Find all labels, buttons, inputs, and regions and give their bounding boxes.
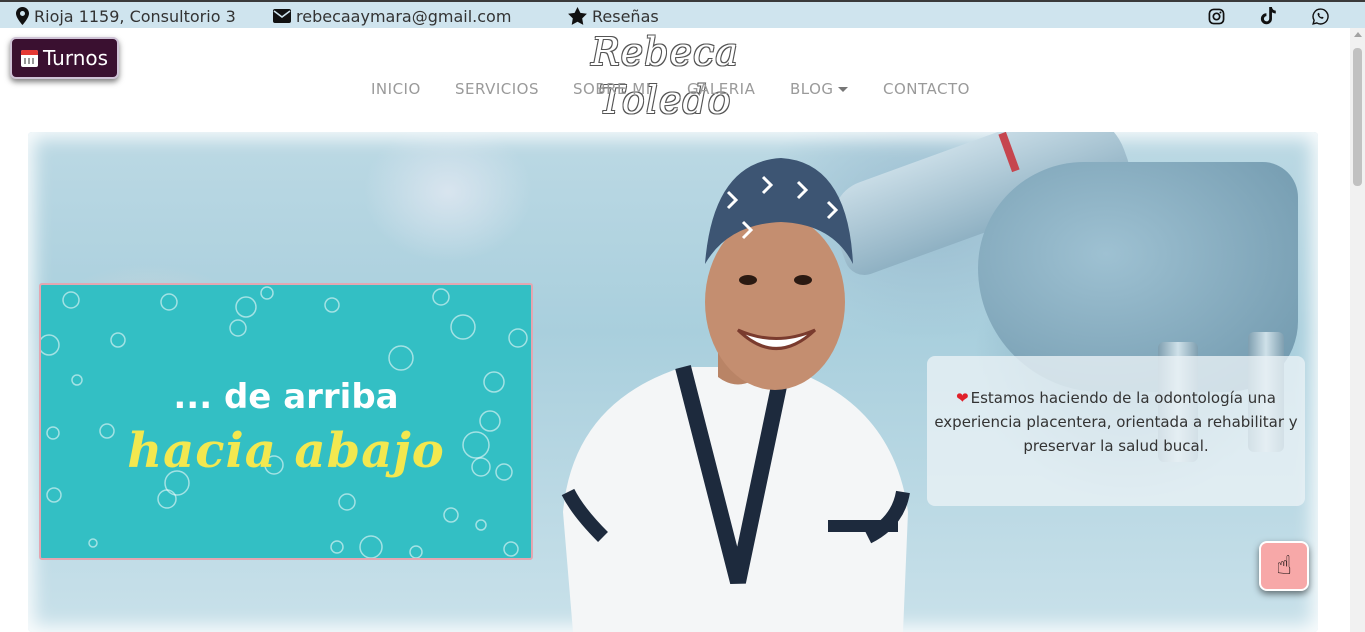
envelope-icon xyxy=(273,9,291,23)
pointing-hand-icon: ☝ xyxy=(1276,551,1292,581)
calendar-icon xyxy=(21,49,38,67)
dentist-photo xyxy=(561,158,910,632)
pointing-hand-button[interactable]: ☝ xyxy=(1259,541,1309,591)
address-link[interactable]: Rioja 1159, Consultorio 3 xyxy=(16,5,236,27)
tiktok-icon[interactable] xyxy=(1258,6,1278,26)
nav-label: BLOG xyxy=(790,80,834,98)
nav-item-contacto[interactable]: CONTACTO xyxy=(883,78,970,100)
promo-card[interactable]: ... de arriba hacia abajo xyxy=(39,283,533,560)
turnos-button[interactable]: Turnos xyxy=(10,37,119,79)
scroll-up-arrow-icon[interactable] xyxy=(1354,32,1362,37)
star-icon xyxy=(568,7,587,25)
whatsapp-icon[interactable] xyxy=(1310,6,1330,26)
nav-label: SERVICIOS xyxy=(455,80,540,98)
nav-label: INICIO xyxy=(371,80,421,98)
caret-down-icon xyxy=(837,86,848,92)
nav-label: CONTACTO xyxy=(883,80,970,98)
email-text: rebecaaymara@gmail.com xyxy=(296,6,512,26)
heart-icon: ❤ xyxy=(956,389,969,407)
nav-label: GALERIA xyxy=(687,80,756,98)
reviews-link[interactable]: Reseñas xyxy=(568,5,659,27)
nav-item-sobre-mi[interactable]: SOBRE MI xyxy=(573,78,651,100)
mission-quote-card: ❤ Estamos haciendo de la odontología una … xyxy=(927,356,1305,506)
nav-item-blog[interactable]: BLOG xyxy=(790,78,848,100)
mission-text: Estamos haciendo de la odontología una e… xyxy=(934,389,1298,455)
scrollbar-thumb[interactable] xyxy=(1353,48,1362,186)
nav-item-servicios[interactable]: SERVICIOS xyxy=(455,78,539,100)
nav-label: SOBRE MI xyxy=(573,80,651,98)
email-link[interactable]: rebecaaymara@gmail.com xyxy=(273,5,511,27)
instagram-icon[interactable] xyxy=(1206,6,1226,26)
top-bar: Rioja 1159, Consultorio 3 rebecaaymara@g… xyxy=(0,0,1365,28)
promo-headline: ... de arriba xyxy=(173,377,399,417)
site-logo[interactable]: Rebeca Toledo xyxy=(540,28,790,122)
nav-item-galeria[interactable]: GALERIA xyxy=(687,78,755,100)
map-marker-icon xyxy=(16,7,29,25)
reviews-text: Reseñas xyxy=(592,6,659,26)
page-scrollbar[interactable] xyxy=(1350,28,1365,632)
promo-subheadline: hacia abajo xyxy=(127,423,445,479)
nav-item-inicio[interactable]: INICIO xyxy=(371,78,421,100)
turnos-label: Turnos xyxy=(43,46,109,70)
address-text: Rioja 1159, Consultorio 3 xyxy=(34,6,236,26)
